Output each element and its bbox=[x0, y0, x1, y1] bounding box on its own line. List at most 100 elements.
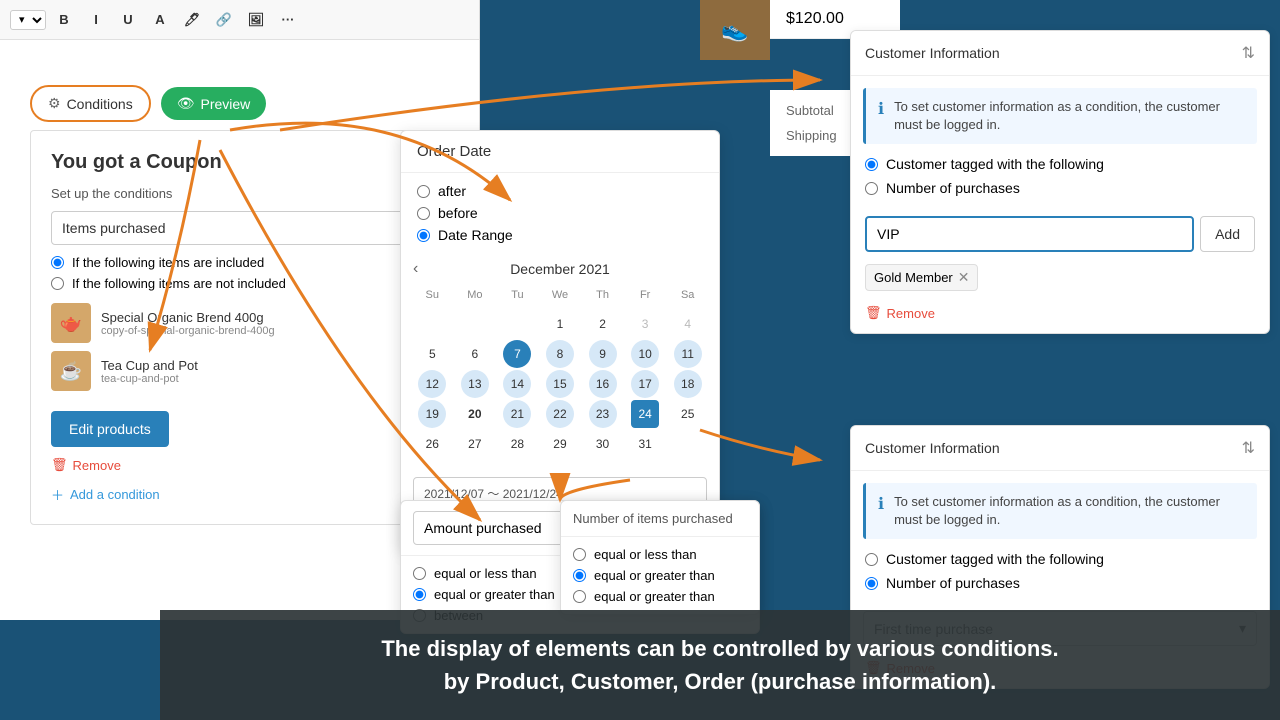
before-label: before bbox=[438, 205, 478, 221]
purchases-radio-top[interactable] bbox=[865, 182, 878, 195]
customer-panel-top: Customer Information ⇅ ℹ To set customer… bbox=[850, 30, 1270, 334]
customer-top-arrow[interactable]: ⇅ bbox=[1242, 43, 1255, 63]
exclude-radio-item[interactable]: If the following items are not included bbox=[51, 276, 409, 291]
items-purchased-select[interactable]: Items purchased bbox=[51, 211, 409, 245]
vip-tag-input[interactable] bbox=[865, 216, 1194, 252]
coupon-remove-link[interactable]: 🗑 Remove bbox=[51, 457, 409, 473]
image-button[interactable]: 🖼 bbox=[242, 6, 270, 34]
before-radio[interactable] bbox=[417, 207, 430, 220]
cal-cell[interactable]: 14 bbox=[503, 370, 531, 398]
tagged-option-top[interactable]: Customer tagged with the following bbox=[865, 156, 1255, 172]
cal-cell[interactable] bbox=[674, 430, 702, 458]
cal-cell[interactable]: 6 bbox=[461, 340, 489, 368]
cal-cell[interactable] bbox=[503, 310, 531, 338]
cal-cell[interactable] bbox=[418, 310, 446, 338]
cal-cell-20[interactable]: 20 bbox=[461, 400, 489, 428]
date-range-radio[interactable] bbox=[417, 229, 430, 242]
items-opt-2[interactable]: equal or greater than bbox=[573, 589, 747, 604]
product-slug-0: copy-of-special-organic-brend-400g bbox=[101, 325, 409, 337]
cal-cell[interactable] bbox=[461, 310, 489, 338]
customer-bottom-info-text: To set customer information as a conditi… bbox=[894, 493, 1245, 529]
cal-cell[interactable]: 19 bbox=[418, 400, 446, 428]
prev-month-button[interactable]: ‹ bbox=[413, 260, 418, 278]
cal-cell[interactable]: 10 bbox=[631, 340, 659, 368]
highlight-button[interactable]: 🖊 bbox=[178, 6, 206, 34]
list-item: 🫖 Special Organic Brend 400g copy-of-spe… bbox=[51, 303, 409, 343]
cal-cell[interactable]: 12 bbox=[418, 370, 446, 398]
cal-cell[interactable]: 3 bbox=[631, 310, 659, 338]
items-radio-1[interactable] bbox=[573, 569, 586, 582]
cal-cell[interactable]: 26 bbox=[418, 430, 446, 458]
tagged-radio-bottom[interactable] bbox=[865, 553, 878, 566]
purchases-radio-bottom[interactable] bbox=[865, 577, 878, 590]
cal-cell[interactable]: 9 bbox=[589, 340, 617, 368]
day-mo: Mo bbox=[454, 285, 497, 305]
italic-button[interactable]: I bbox=[82, 6, 110, 34]
items-radio-0[interactable] bbox=[573, 548, 586, 561]
customer-top-info-text: To set customer information as a conditi… bbox=[894, 98, 1245, 134]
customer-top-remove[interactable]: 🗑 Remove bbox=[851, 299, 1269, 333]
before-option[interactable]: before bbox=[417, 205, 703, 221]
purchases-option-top[interactable]: Number of purchases bbox=[865, 180, 1255, 196]
link-button[interactable]: 🔗 bbox=[210, 6, 238, 34]
color-button[interactable]: A bbox=[146, 6, 174, 34]
customer-top-remove-label: Remove bbox=[887, 306, 935, 321]
cal-cell[interactable]: 13 bbox=[461, 370, 489, 398]
font-size-select[interactable]: ▾ bbox=[10, 10, 46, 30]
add-condition-link[interactable]: ＋ Add a condition bbox=[51, 485, 409, 504]
cal-cell[interactable]: 8 bbox=[546, 340, 574, 368]
cal-cell-7[interactable]: 7 bbox=[503, 340, 531, 368]
cal-cell[interactable]: 28 bbox=[503, 430, 531, 458]
purchases-option-bottom[interactable]: Number of purchases bbox=[865, 575, 1255, 591]
tagged-label-bottom: Customer tagged with the following bbox=[886, 551, 1104, 567]
include-radio[interactable] bbox=[51, 256, 64, 269]
cal-cell[interactable]: 23 bbox=[589, 400, 617, 428]
tagged-option-bottom[interactable]: Customer tagged with the following bbox=[865, 551, 1255, 567]
after-radio[interactable] bbox=[417, 185, 430, 198]
cal-cell[interactable]: 1 bbox=[546, 310, 574, 338]
cal-cell[interactable]: 31 bbox=[631, 430, 659, 458]
exclude-radio[interactable] bbox=[51, 277, 64, 290]
items-radio-2[interactable] bbox=[573, 590, 586, 603]
date-range-option[interactable]: Date Range bbox=[417, 227, 703, 243]
shoe-image: 👟 bbox=[700, 0, 770, 60]
gold-member-remove[interactable]: ✕ bbox=[958, 269, 970, 286]
edit-products-button[interactable]: Edit products bbox=[51, 411, 169, 447]
customer-top-label: Customer Information bbox=[865, 45, 1000, 61]
add-condition-label: Add a condition bbox=[70, 487, 160, 502]
product-thumb-0: 🫖 bbox=[51, 303, 91, 343]
include-radio-item[interactable]: If the following items are included bbox=[51, 255, 409, 270]
cal-cell[interactable]: 21 bbox=[503, 400, 531, 428]
bold-button[interactable]: B bbox=[50, 6, 78, 34]
cal-cell[interactable]: 17 bbox=[631, 370, 659, 398]
cal-cell[interactable]: 30 bbox=[589, 430, 617, 458]
cal-cell[interactable]: 22 bbox=[546, 400, 574, 428]
customer-bottom-arrow[interactable]: ⇅ bbox=[1242, 438, 1255, 458]
cal-cell[interactable]: 4 bbox=[674, 310, 702, 338]
amount-radio-1[interactable] bbox=[413, 588, 426, 601]
items-opt-0[interactable]: equal or less than bbox=[573, 547, 747, 562]
cal-cell[interactable]: 25 bbox=[674, 400, 702, 428]
after-option[interactable]: after bbox=[417, 183, 703, 199]
cal-cell[interactable]: 11 bbox=[674, 340, 702, 368]
conditions-heading: Set up the conditions bbox=[51, 186, 409, 201]
underline-button[interactable]: U bbox=[114, 6, 142, 34]
cal-cell-24[interactable]: 24 bbox=[631, 400, 659, 428]
add-tag-button[interactable]: Add bbox=[1200, 216, 1255, 252]
cal-cell[interactable]: 2 bbox=[589, 310, 617, 338]
tagged-radio-top[interactable] bbox=[865, 158, 878, 171]
items-opt-1[interactable]: equal or greater than bbox=[573, 568, 747, 583]
conditions-button[interactable]: ⚙ Conditions bbox=[30, 85, 151, 122]
customer-bottom-label: Customer Information bbox=[865, 440, 1000, 456]
cal-cell[interactable]: 29 bbox=[546, 430, 574, 458]
more-button[interactable]: ··· bbox=[274, 6, 302, 34]
cal-cell[interactable]: 16 bbox=[589, 370, 617, 398]
cal-cell[interactable]: 5 bbox=[418, 340, 446, 368]
amount-radio-0[interactable] bbox=[413, 567, 426, 580]
cal-cell[interactable]: 18 bbox=[674, 370, 702, 398]
preview-button[interactable]: 👁 Preview bbox=[161, 87, 267, 120]
cal-cell[interactable]: 15 bbox=[546, 370, 574, 398]
cal-cell[interactable]: 27 bbox=[461, 430, 489, 458]
product-thumb-1: ☕ bbox=[51, 351, 91, 391]
conditions-preview-bar: ⚙ Conditions 👁 Preview bbox=[30, 85, 266, 122]
